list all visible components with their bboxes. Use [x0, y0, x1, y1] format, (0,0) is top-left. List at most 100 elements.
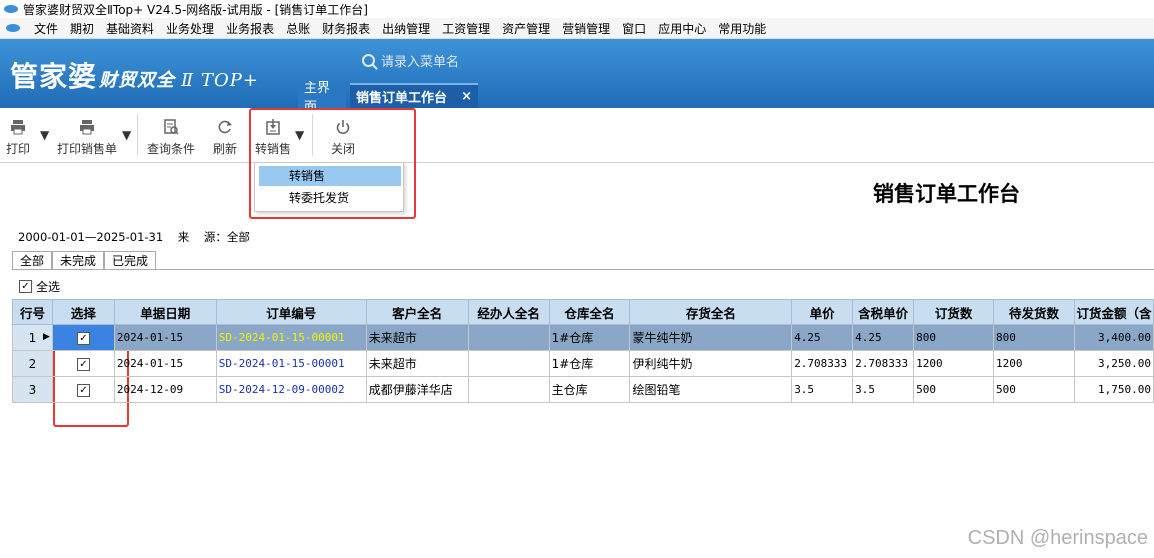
qty-cell: 800	[913, 324, 995, 351]
customer-cell: 未来超市	[365, 324, 469, 351]
highlight-annotation-toolbar	[249, 108, 416, 219]
date-cell: 2024-01-15	[113, 350, 217, 377]
refresh-icon	[218, 120, 232, 134]
col-header-item[interactable]: 存货全名	[629, 299, 793, 325]
menu-business-reports[interactable]: 业务报表	[220, 20, 280, 37]
tab-incomplete[interactable]: 未完成	[52, 251, 105, 270]
tab-all[interactable]: 全部	[12, 251, 53, 270]
query-conditions-button[interactable]: 查询条件	[147, 118, 195, 157]
select-cell[interactable]: ✓	[51, 350, 115, 377]
amount-cell: 3,250.00	[1073, 350, 1154, 377]
handler-cell	[467, 350, 550, 377]
qty-cell: 1200	[913, 350, 995, 377]
select-all-checkbox[interactable]: ✓	[19, 280, 32, 293]
menu-assets[interactable]: 资产管理	[496, 20, 556, 37]
refresh-label: 刷新	[213, 142, 238, 156]
print-button[interactable]: 打印	[6, 118, 30, 157]
col-header-date[interactable]: 单据日期	[113, 299, 217, 325]
search-icon	[362, 54, 375, 67]
select-cell[interactable]: ✓	[51, 376, 115, 403]
warehouse-cell: 主仓库	[548, 376, 631, 403]
menu-app-center[interactable]: 应用中心	[652, 20, 712, 37]
tab-sales-order-workbench[interactable]: 销售订单工作台 ×	[350, 83, 478, 108]
tab-completed[interactable]: 已完成	[104, 251, 157, 270]
item-cell: 伊利纯牛奶	[629, 350, 793, 377]
row-pointer-icon: ▶	[43, 332, 50, 342]
col-header-customer[interactable]: 客户全名	[365, 299, 469, 325]
table-row[interactable]: 2 ✓ 2024-01-15 SD-2024-01-15-00001 未来超市 …	[12, 350, 1154, 377]
customer-cell: 未来超市	[365, 350, 469, 377]
brand-version: Ⅱ TOP+	[181, 70, 259, 91]
menu-search[interactable]: 请录入菜单名	[362, 51, 459, 70]
menu-window[interactable]: 窗口	[616, 20, 652, 37]
row-checkbox[interactable]: ✓	[76, 332, 90, 346]
menu-general-ledger[interactable]: 总账	[280, 20, 316, 37]
source-label: 来 源：	[177, 230, 227, 244]
menu-opening[interactable]: 期初	[64, 20, 100, 37]
col-header-amount[interactable]: 订货金额（含	[1073, 299, 1154, 325]
order-no-cell: SD-2024-12-09-00002	[215, 376, 367, 403]
item-cell: 蒙牛纯牛奶	[629, 324, 793, 351]
close-tab-icon[interactable]: ×	[461, 89, 472, 104]
row-checkbox[interactable]: ✓	[76, 358, 90, 372]
qty-cell: 500	[913, 376, 995, 403]
col-header-row-no: 行号	[12, 299, 53, 325]
select-all-label: 全选	[36, 280, 61, 294]
table-row[interactable]: 3 ✓ 2024-12-09 SD-2024-12-09-00002 成都伊藤洋…	[12, 376, 1154, 403]
printer-icon	[80, 120, 94, 135]
menu-common[interactable]: 常用功能	[712, 20, 772, 37]
date-cell: 2024-12-09	[113, 376, 217, 403]
row-number-cell: 3	[12, 376, 53, 403]
app-banner: 管家婆 财贸双全 Ⅱ TOP+ 请录入菜单名 主界面 销售订单工作台 ×	[0, 39, 1154, 115]
amount-cell: 3,400.00	[1073, 324, 1154, 351]
col-header-warehouse[interactable]: 仓库全名	[548, 299, 631, 325]
select-cell[interactable]: ✓	[51, 324, 115, 351]
warehouse-cell: 1#仓库	[548, 350, 631, 377]
menu-file[interactable]: 文件	[28, 20, 64, 37]
col-header-tax-price[interactable]: 含税单价	[852, 299, 915, 325]
tab-divider	[12, 269, 1154, 270]
print-order-dropdown-arrow-icon[interactable]: ▼	[122, 128, 131, 142]
select-all[interactable]: ✓ 全选	[19, 278, 60, 295]
col-header-select[interactable]: 选择	[51, 299, 115, 325]
status-tabs: 全部 未完成 已完成	[12, 251, 157, 270]
price-cell: 4.25	[791, 324, 854, 351]
refresh-button[interactable]: 刷新	[213, 118, 237, 157]
menu-bar: 文件 期初 基础资料 业务处理 业务报表 总账 财务报表 出纳管理 工资管理 资…	[0, 18, 1154, 39]
tax-price-cell: 2.708333	[852, 350, 915, 377]
table-row[interactable]: 1 ▶ ✓ 2024-01-15 SD-2024-01-15-00001 未来超市…	[12, 324, 1154, 351]
printer-icon	[11, 120, 25, 135]
table-header-row: 行号 选择 单据日期 订单编号 客户全名 经办人全名 仓库全名 存货全名 单价 …	[12, 299, 1154, 325]
item-cell: 绘图铅笔	[629, 376, 793, 403]
watermark: CSDN @herinspace	[967, 527, 1148, 549]
page-title: 销售订单工作台	[873, 181, 1020, 206]
brand-sub: 财贸双全	[99, 70, 176, 91]
date-cell: 2024-01-15	[113, 324, 217, 351]
print-order-button[interactable]: 打印销售单	[57, 118, 117, 157]
col-header-qty[interactable]: 订货数	[913, 299, 995, 325]
col-header-price[interactable]: 单价	[791, 299, 854, 325]
col-header-pending[interactable]: 待发货数	[993, 299, 1075, 325]
pending-cell: 800	[993, 324, 1075, 351]
tax-price-cell: 3.5	[852, 376, 915, 403]
query-document-icon	[164, 119, 179, 135]
menu-cashier[interactable]: 出纳管理	[376, 20, 436, 37]
amount-cell: 1,750.00	[1073, 376, 1154, 403]
print-dropdown-arrow-icon[interactable]: ▼	[40, 128, 49, 142]
tab-home[interactable]: 主界面	[298, 81, 346, 115]
col-header-handler[interactable]: 经办人全名	[467, 299, 550, 325]
menu-basic-data[interactable]: 基础资料	[100, 20, 160, 37]
row-number: 2	[28, 356, 37, 371]
print-label: 打印	[6, 142, 31, 156]
row-number: 3	[28, 382, 37, 397]
row-checkbox[interactable]: ✓	[76, 384, 90, 398]
col-header-order-no[interactable]: 订单编号	[215, 299, 367, 325]
tax-price-cell: 4.25	[852, 324, 915, 351]
window-titlebar: 管家婆财贸双全ⅡTop+ V24.5-网络版-试用版 - [销售订单工作台]	[0, 0, 1154, 18]
menu-business[interactable]: 业务处理	[160, 20, 220, 37]
menu-payroll[interactable]: 工资管理	[436, 20, 496, 37]
price-cell: 3.5	[791, 376, 854, 403]
menu-financial-reports[interactable]: 财务报表	[316, 20, 376, 37]
brand-logo: 管家婆 财贸双全 Ⅱ TOP+	[10, 55, 259, 95]
menu-marketing[interactable]: 营销管理	[556, 20, 616, 37]
